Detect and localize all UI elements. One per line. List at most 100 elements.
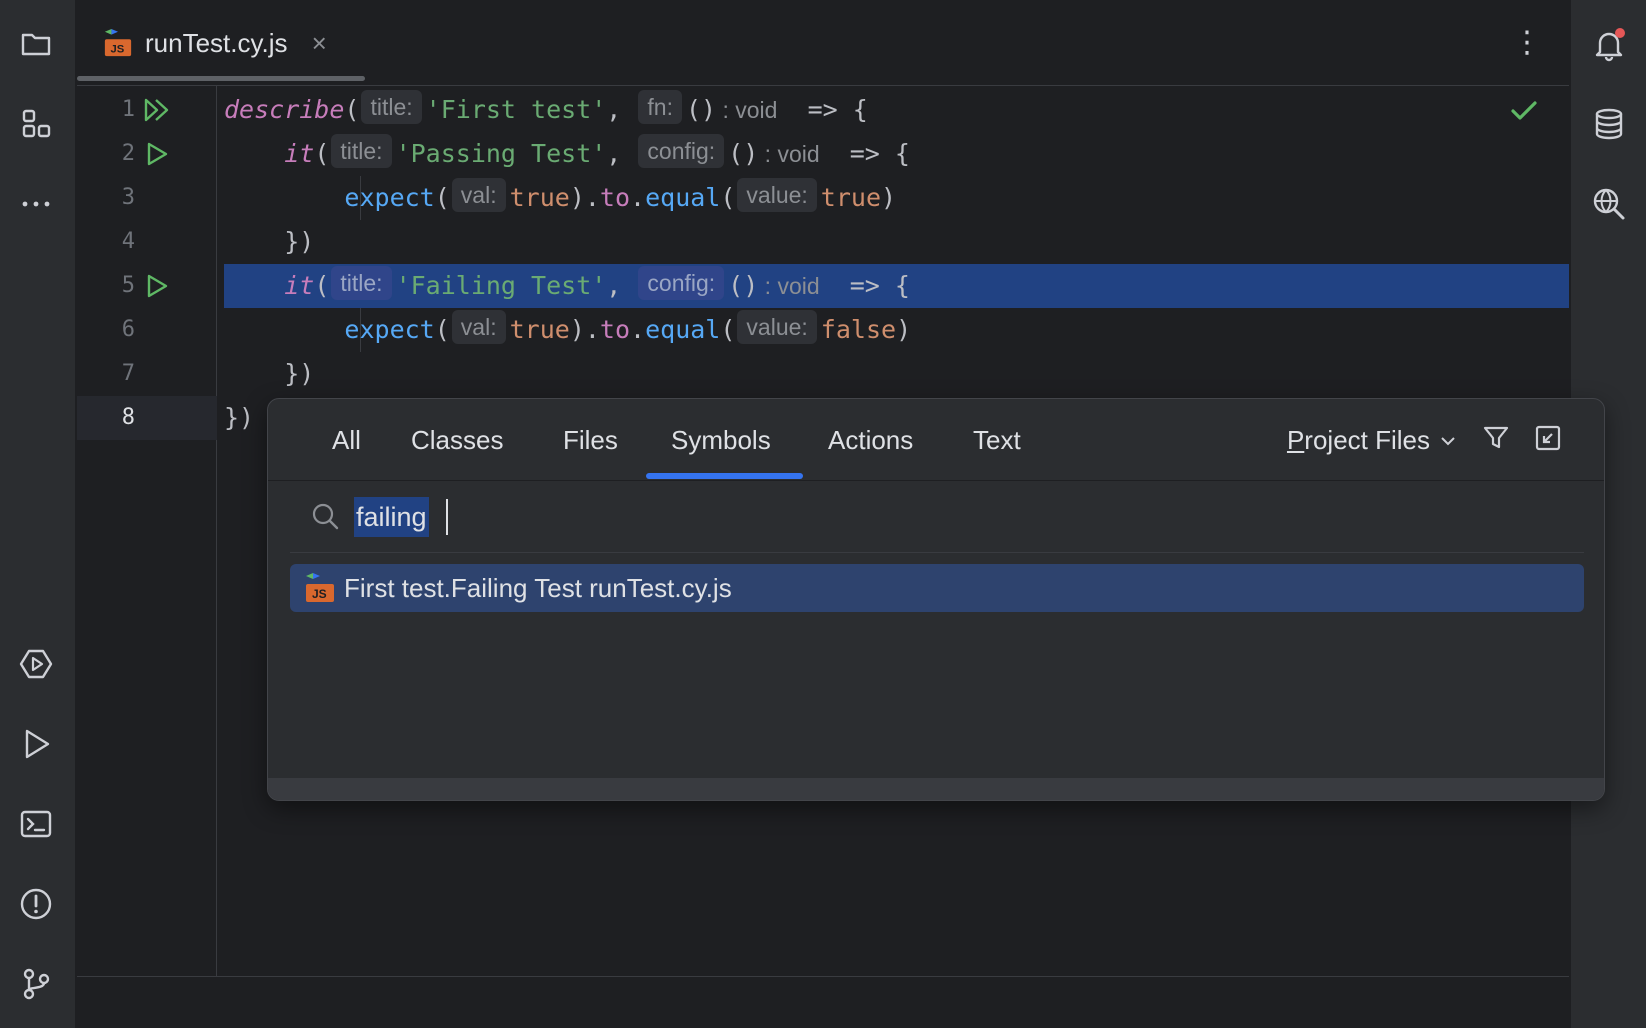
- token-punct: (: [314, 271, 330, 300]
- gutter-line: 1: [77, 88, 217, 132]
- run-icon[interactable]: [14, 722, 58, 766]
- token-punct: .: [630, 315, 646, 344]
- token-string: 'First test': [425, 95, 607, 124]
- structure-icon[interactable]: [14, 102, 58, 146]
- js-file-icon: JS: [104, 28, 132, 57]
- run-all-tests-icon[interactable]: [143, 96, 171, 124]
- code-line: }): [224, 220, 1569, 264]
- text-caret: [446, 499, 448, 535]
- search-everywhere-popup: All Classes Files Symbols Actions Text P…: [267, 398, 1605, 801]
- token-function: it: [284, 271, 315, 300]
- editor-tab-label: runTest.cy.js: [145, 27, 288, 58]
- return-type-hint: : void: [758, 273, 820, 299]
- search-result-item[interactable]: JS First test.Failing Test runTest.cy.js: [290, 564, 1584, 612]
- param-hint: value:: [737, 310, 817, 344]
- gutter-line: 7: [77, 352, 217, 396]
- token-function: it: [284, 139, 315, 168]
- search-tab-bar: All Classes Files Symbols Actions Text P…: [268, 399, 1604, 481]
- code-line: describe(title: 'First test', fn:() : voi…: [224, 88, 1569, 132]
- scope-mnemonic: P: [1286, 425, 1305, 455]
- problems-icon[interactable]: [14, 882, 58, 926]
- token-punct: ,: [606, 139, 637, 168]
- gutter-line: 6: [77, 308, 217, 352]
- editor-tab-runtest[interactable]: JS runTest.cy.js ×: [77, 0, 365, 86]
- return-type-hint: : void: [716, 97, 778, 123]
- active-tab-indicator: [646, 473, 803, 479]
- editor-bottom-divider: [77, 976, 1569, 977]
- web-search-icon[interactable]: [1587, 182, 1631, 226]
- line-number: 8: [121, 405, 135, 430]
- token-literal: false: [820, 315, 897, 344]
- filter-icon[interactable]: [1480, 422, 1512, 454]
- token-property: to: [599, 183, 631, 212]
- token-call: equal: [645, 183, 721, 212]
- notifications-icon[interactable]: [1587, 22, 1631, 66]
- services-icon[interactable]: [14, 642, 58, 686]
- tab-symbols[interactable]: Symbols: [671, 399, 771, 481]
- gutter-line: 2: [77, 132, 217, 176]
- tab-all[interactable]: All: [332, 399, 361, 481]
- param-hint: config:: [638, 266, 725, 300]
- token-punct: (: [434, 315, 450, 344]
- editor-menu-icon[interactable]: ⋮: [1512, 24, 1542, 60]
- token-call: equal: [645, 315, 721, 344]
- line-number: 7: [121, 361, 135, 386]
- code-line: it(title: 'Passing Test', config:() : voi…: [224, 132, 1569, 176]
- svg-text:JS: JS: [111, 43, 125, 55]
- code-line: expect(val: true).to.equal(value: false): [224, 308, 1569, 352]
- code-line: }): [224, 352, 1569, 396]
- token-string: 'Passing Test': [395, 139, 607, 168]
- param-hint: val:: [451, 178, 506, 212]
- param-hint: value:: [737, 178, 817, 212]
- token-punct: ).: [569, 315, 600, 344]
- param-hint: title:: [361, 90, 422, 124]
- line-number: 6: [121, 317, 135, 342]
- tab-actions[interactable]: Actions: [828, 399, 913, 481]
- run-test-icon[interactable]: [143, 272, 171, 300]
- no-problems-check-icon[interactable]: [1509, 96, 1539, 126]
- terminal-icon[interactable]: [14, 802, 58, 846]
- js-file-icon: JS: [306, 573, 334, 602]
- token-punct: (): [685, 95, 717, 124]
- line-number: 4: [121, 229, 135, 254]
- token-punct: (: [720, 183, 736, 212]
- token-punct: ): [881, 183, 897, 212]
- project-folder-icon[interactable]: [14, 22, 58, 66]
- return-type-hint: : void: [758, 141, 820, 167]
- editor-gutter: 1 2 3 4 5 6 7 8: [77, 86, 217, 976]
- popup-footer: [268, 778, 1604, 800]
- search-input[interactable]: failing: [354, 497, 429, 537]
- run-test-icon[interactable]: [143, 140, 171, 168]
- search-field-row: failing: [290, 481, 1584, 553]
- scope-label: roject Files: [1304, 425, 1430, 455]
- close-tab-icon[interactable]: ×: [312, 28, 327, 59]
- more-tools-icon[interactable]: [14, 182, 58, 226]
- param-hint: fn:: [638, 90, 682, 124]
- editor-tab-bar: JS runTest.cy.js × ⋮: [77, 0, 1569, 86]
- svg-text:JS: JS: [312, 587, 327, 601]
- token-punct: }): [284, 359, 315, 388]
- open-in-tool-window-icon[interactable]: [1532, 422, 1564, 454]
- tab-classes[interactable]: Classes: [411, 399, 503, 481]
- param-hint: title:: [331, 134, 392, 168]
- token-punct: (: [344, 95, 360, 124]
- database-icon[interactable]: [1587, 102, 1631, 146]
- scope-dropdown[interactable]: Project Files: [1287, 399, 1458, 481]
- gutter-line: 3: [77, 176, 217, 220]
- gutter-line-current: 8: [77, 396, 217, 440]
- token-call: expect: [344, 315, 435, 344]
- token-literal: true: [509, 315, 570, 344]
- git-branch-icon[interactable]: [14, 962, 58, 1006]
- tab-text[interactable]: Text: [973, 399, 1021, 481]
- token-punct: => {: [819, 271, 910, 300]
- gutter-line: 5: [77, 264, 217, 308]
- token-punct: (: [434, 183, 450, 212]
- tab-files[interactable]: Files: [563, 399, 618, 481]
- line-number: 3: [121, 185, 135, 210]
- token-punct: (: [314, 139, 330, 168]
- active-tab-indicator: [77, 76, 365, 81]
- param-hint: title:: [331, 266, 392, 300]
- search-icon: [312, 503, 339, 530]
- param-hint: val:: [451, 310, 506, 344]
- chevron-down-icon: [1441, 437, 1455, 446]
